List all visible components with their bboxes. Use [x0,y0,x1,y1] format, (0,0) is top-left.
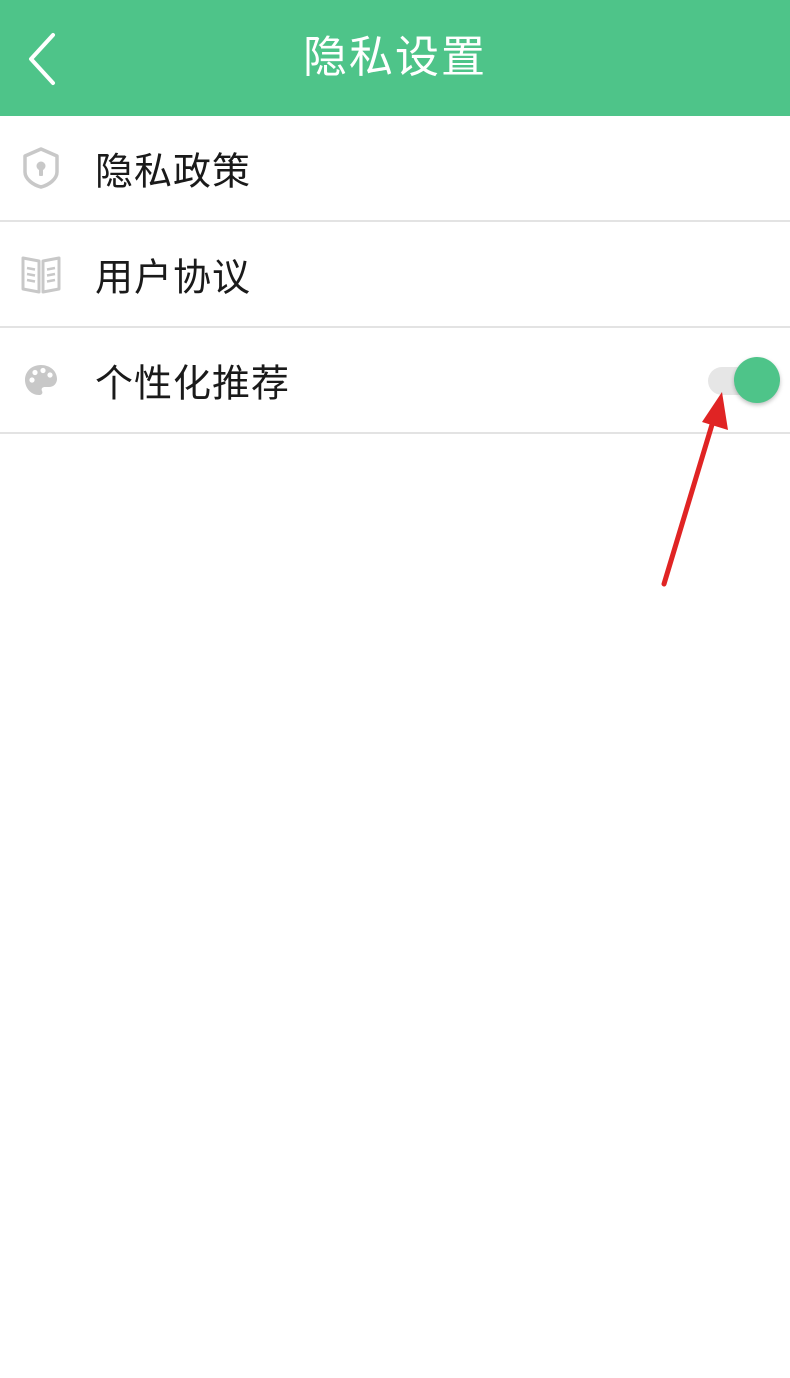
settings-item-label: 隐私政策 [95,149,252,194]
app-header: 隐私设置 [0,0,790,116]
book-icon [18,251,64,297]
settings-item-label: 个性化推荐 [95,361,291,406]
palette-icon [18,357,64,403]
page-title: 隐私设置 [303,32,487,83]
toggle-knob [734,357,780,403]
settings-item-label: 用户协议 [95,255,252,300]
privacy-settings-page: 隐私设置 隐私政策 用户协议 个性化推荐 [0,0,790,1378]
personalized-recommendation-toggle[interactable] [708,355,780,405]
settings-list: 隐私政策 用户协议 个性化推荐 [0,116,790,434]
settings-item-privacy-policy[interactable]: 隐私政策 [0,116,790,222]
shield-lock-icon [18,145,64,191]
settings-item-personalized-recommendation[interactable]: 个性化推荐 [0,328,790,434]
settings-item-user-agreement[interactable]: 用户协议 [0,222,790,328]
